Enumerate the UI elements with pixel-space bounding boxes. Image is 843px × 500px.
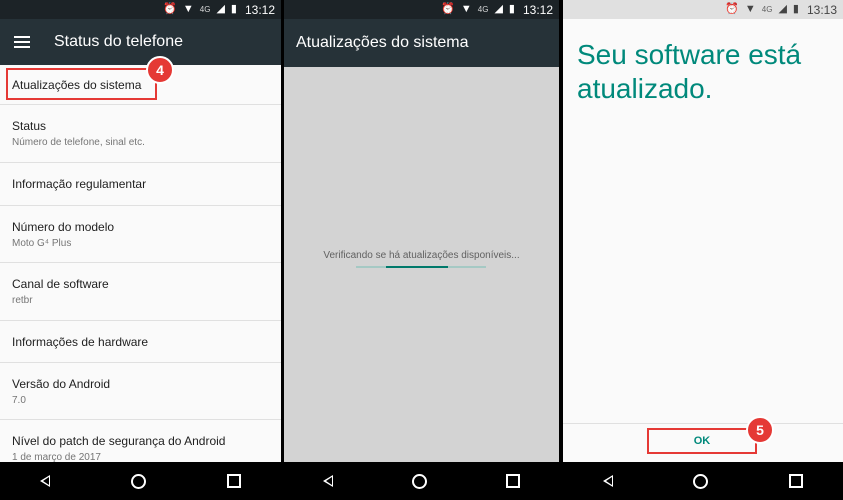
divider — [563, 423, 843, 424]
status-bar: ⏰ ▼ 4G ◢ ▮ 13:13 — [563, 0, 843, 19]
clock: 13:12 — [522, 2, 553, 17]
highlight-box — [6, 68, 157, 100]
list-item-title: Número do modelo — [12, 219, 115, 234]
list-item-android-version[interactable]: Versão do Android 7.0 — [0, 363, 281, 420]
list-item-regulatory[interactable]: Informação regulamentar — [0, 163, 281, 206]
back-icon[interactable] — [40, 475, 51, 487]
recent-apps-icon[interactable] — [788, 474, 803, 488]
signal-icon: ◢ — [778, 3, 787, 15]
list-item-subtitle: retbr — [12, 295, 33, 306]
signal-icon: ◢ — [216, 3, 225, 15]
step-badge: 4 — [146, 56, 174, 84]
home-icon[interactable] — [693, 473, 709, 489]
up-to-date-message: Seu software está atualizado. — [577, 39, 802, 104]
alarm-icon: ⏰ — [441, 3, 455, 15]
home-icon[interactable] — [130, 473, 146, 489]
status-bar: ⏰ ▼ 4G ◢ ▮ 13:12 — [0, 0, 281, 19]
hamburger-menu-icon[interactable] — [14, 36, 30, 48]
alarm-icon: ⏰ — [163, 3, 177, 15]
list-item-subtitle: 1 de março de 2017 — [12, 452, 101, 462]
status-bar: ⏰ ▼ 4G ◢ ▮ 13:12 — [284, 0, 559, 19]
recent-apps-icon[interactable] — [226, 474, 241, 488]
wifi-icon: ▼ — [460, 3, 472, 15]
progress-fill — [386, 266, 448, 268]
nav-bar — [563, 462, 843, 500]
wifi-icon: ▼ — [744, 3, 756, 15]
network-type: 4G — [761, 5, 773, 14]
signal-icon: ◢ — [494, 3, 503, 15]
list-item-model[interactable]: Número do modelo Moto G⁴ Plus — [0, 206, 281, 263]
battery-icon: ▮ — [508, 3, 515, 15]
page-title: Atualizações do sistema — [296, 34, 469, 51]
list-item-security-patch[interactable]: Nível do patch de segurança do Android 1… — [0, 420, 281, 462]
list-item-hardware[interactable]: Informações de hardware — [0, 321, 281, 363]
page-title: Status do telefone — [54, 33, 183, 50]
checking-text: Verificando se há atualizações disponíve… — [323, 250, 520, 261]
alarm-icon: ⏰ — [725, 3, 739, 15]
ok-button[interactable]: OK — [647, 428, 757, 454]
nav-bar — [284, 462, 559, 500]
list-item-subtitle: 7.0 — [12, 394, 26, 406]
progress-bar — [356, 266, 486, 268]
list-item-software-channel[interactable]: Canal de software retbr — [0, 263, 281, 321]
list-item-title: Status — [12, 119, 47, 133]
list-item-subtitle: Número de telefone, sinal etc. — [12, 137, 145, 148]
nav-bar — [0, 462, 281, 500]
list-item-title: Versão do Android — [12, 376, 111, 391]
list-item-subtitle: Moto G⁴ Plus — [12, 237, 72, 249]
recent-apps-icon[interactable] — [505, 474, 520, 488]
back-icon[interactable] — [323, 475, 334, 487]
battery-icon: ▮ — [792, 3, 799, 15]
clock: 13:12 — [244, 2, 275, 17]
home-icon[interactable] — [411, 473, 427, 489]
list-item-title: Nível do patch de segurança do Android — [12, 434, 226, 448]
list-item-title: Canal de software — [12, 277, 109, 291]
battery-icon: ▮ — [230, 3, 237, 15]
settings-list: Atualizações do sistema Status Número de… — [0, 65, 281, 462]
back-icon[interactable] — [603, 475, 614, 487]
list-item-status[interactable]: Status Número de telefone, sinal etc. — [0, 105, 281, 163]
wifi-icon: ▼ — [182, 3, 194, 15]
up-to-date-screen: ⏰ ▼ 4G ◢ ▮ 13:13 Seu software está atual… — [563, 0, 843, 500]
network-type: 4G — [199, 5, 211, 14]
app-toolbar: Atualizações do sistema — [284, 19, 559, 67]
settings-screen: ⏰ ▼ 4G ◢ ▮ 13:12 Status do telefone Atua… — [0, 0, 281, 500]
app-toolbar: Status do telefone — [0, 19, 281, 65]
list-item-title: Informações de hardware — [12, 334, 149, 349]
step-badge: 5 — [746, 416, 774, 444]
system-update-screen: ⏰ ▼ 4G ◢ ▮ 13:12 Atualizações do sistema… — [284, 0, 559, 500]
list-item-title: Informação regulamentar — [12, 177, 147, 191]
network-type: 4G — [477, 5, 489, 14]
clock: 13:13 — [806, 2, 837, 17]
